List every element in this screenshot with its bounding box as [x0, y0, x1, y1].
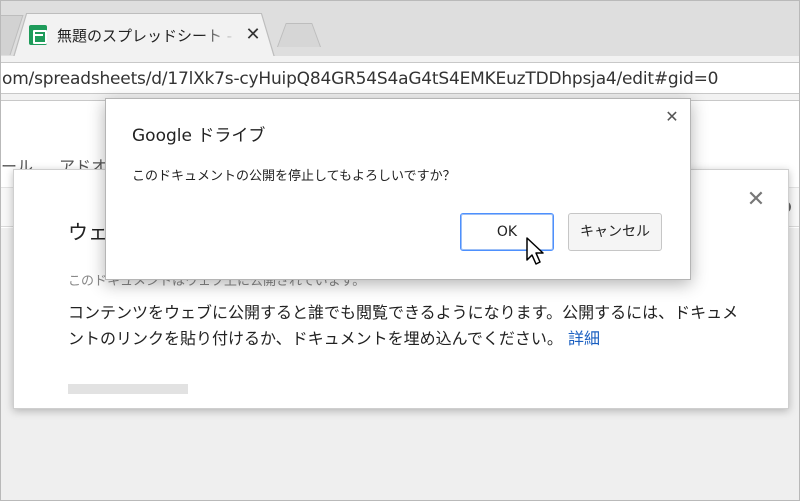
tab-title: 無題のスプレッドシート - Google スプレッドシート [57, 27, 237, 45]
mouse-pointer-icon [526, 237, 544, 265]
screenshot-frame: 無題のスプレッドシート - Google スプレッドシート ✕ om/sprea… [0, 0, 800, 501]
browser-toolbar: om/spreadsheets/d/17lXk7s-cyHuipQ84GR54S… [1, 56, 799, 101]
url-text[interactable]: om/spreadsheets/d/17lXk7s-cyHuipQ84GR54S… [2, 67, 719, 91]
learn-more-link[interactable]: 詳細 [568, 329, 600, 348]
new-tab-button[interactable] [277, 23, 321, 47]
publish-description: コンテンツをウェブに公開すると誰でも閲覧できるようになります。公開するには、ドキ… [68, 300, 748, 352]
sheets-favicon-icon [29, 25, 47, 45]
address-bar[interactable]: om/spreadsheets/d/17lXk7s-cyHuipQ84GR54S… [1, 62, 799, 94]
confirm-dialog: Google ドライブ ✕ このドキュメントの公開を停止してもよろしいですか？ … [105, 98, 691, 280]
close-icon[interactable]: ✕ [746, 189, 766, 211]
active-tab[interactable]: 無題のスプレッドシート - Google スプレッドシート ✕ [13, 13, 275, 58]
dialog-close-icon[interactable]: ✕ [664, 109, 680, 125]
cut-off-content [68, 384, 188, 394]
cancel-button[interactable]: キャンセル [568, 213, 662, 251]
description-text: コンテンツをウェブに公開すると誰でも閲覧できるようになります。公開するには、ドキ… [68, 303, 739, 348]
dialog-message: このドキュメントの公開を停止してもよろしいですか？ [132, 169, 456, 184]
tab-strip: 無題のスプレッドシート - Google スプレッドシート ✕ [1, 1, 799, 58]
dialog-title: Google ドライブ [132, 126, 266, 146]
tab-close-icon[interactable]: ✕ [243, 23, 263, 47]
